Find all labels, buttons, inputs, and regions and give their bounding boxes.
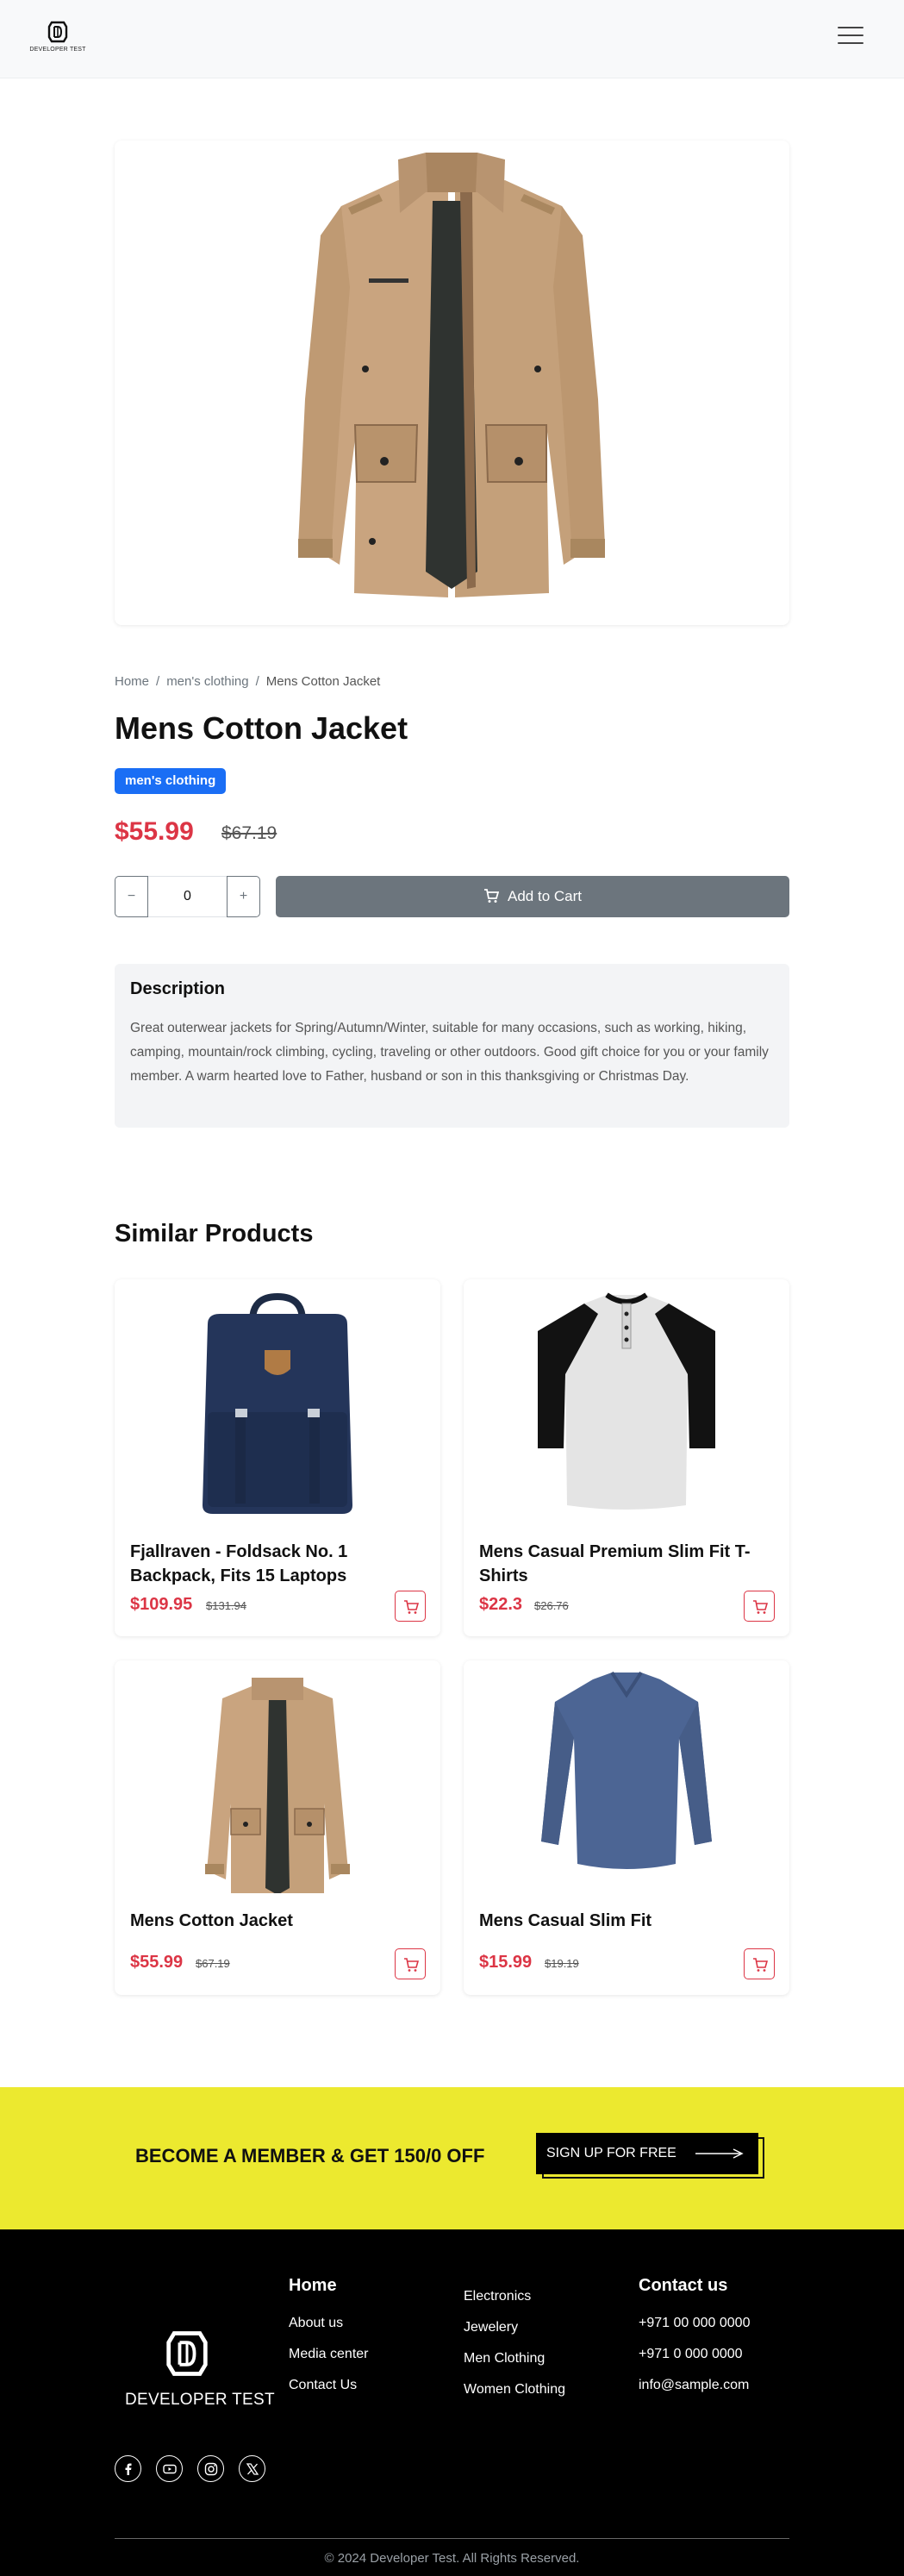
- product-card-title[interactable]: Mens Cotton Jacket: [130, 1909, 415, 1933]
- site-header: DEVELOPER TEST: [0, 0, 904, 78]
- footer-divider: [115, 2538, 789, 2539]
- footer-heading[interactable]: Home: [289, 2276, 369, 2296]
- product-card-price: $109.95: [130, 1595, 193, 1614]
- add-to-cart-button[interactable]: Add to Cart: [276, 876, 789, 917]
- logo-text: DEVELOPER TEST: [29, 47, 86, 53]
- footer-link[interactable]: Contact Us: [289, 2370, 369, 2401]
- instagram-icon[interactable]: [197, 2455, 224, 2482]
- arrow-right-icon: [695, 2148, 744, 2159]
- footer-link[interactable]: Jewelery: [464, 2312, 565, 2343]
- description-heading: Description: [130, 979, 226, 998]
- product-price: $55.99: [115, 817, 194, 846]
- footer-link[interactable]: Women Clothing: [464, 2374, 565, 2405]
- product-card-price: $55.99: [130, 1953, 184, 1972]
- product-card-image: [538, 1292, 715, 1510]
- product-card-old-price: $67.19: [196, 1957, 230, 1970]
- product-card-price: $15.99: [479, 1953, 533, 1972]
- add-to-cart-label: Add to Cart: [508, 888, 582, 904]
- product-image-card: [115, 141, 789, 625]
- copyright-text: © 2024 Developer Test. All Rights Reserv…: [324, 2551, 580, 2566]
- product-card[interactable]: Mens Casual Slim Fit $15.99 $19.19: [464, 1660, 789, 1995]
- similar-products-heading: Similar Products: [115, 1220, 314, 1247]
- product-title: Mens Cotton Jacket: [115, 710, 408, 746]
- quantity-input[interactable]: [148, 876, 227, 917]
- breadcrumb-separator: /: [255, 674, 259, 689]
- breadcrumb: Home / men's clothing / Mens Cotton Jacket: [115, 674, 385, 689]
- footer-email-link[interactable]: info@sample.com: [639, 2370, 750, 2401]
- x-icon[interactable]: [239, 2455, 265, 2482]
- footer-logo[interactable]: DEVELOPER TEST: [125, 2326, 275, 2410]
- add-to-cart-icon-button[interactable]: [395, 1948, 426, 1979]
- product-image: [298, 153, 605, 597]
- site-footer: DEVELOPER TEST Home About us Media cente…: [0, 2229, 904, 2576]
- product-card-image: [541, 1671, 712, 1869]
- quantity-stepper: − +: [115, 876, 260, 917]
- product-card[interactable]: Mens Casual Premium Slim Fit T-Shirts $2…: [464, 1279, 789, 1636]
- add-to-cart-icon-button[interactable]: [744, 1591, 775, 1622]
- product-card-image: [203, 1292, 352, 1514]
- add-to-cart-icon-button[interactable]: [744, 1948, 775, 1979]
- product-card-title[interactable]: Fjallraven - Foldsack No. 1 Backpack, Fi…: [130, 1540, 415, 1588]
- cart-icon: [404, 1958, 419, 1972]
- signup-button[interactable]: SIGN UP FOR FREE: [536, 2133, 764, 2179]
- category-badge: men's clothing: [115, 768, 227, 794]
- description-panel: Description Great outerwear jackets for …: [115, 964, 789, 1128]
- product-card-old-price: $19.19: [545, 1957, 579, 1970]
- product-card-old-price: $26.76: [534, 1599, 569, 1612]
- increase-quantity-button[interactable]: +: [227, 876, 260, 917]
- decrease-quantity-button[interactable]: −: [115, 876, 148, 917]
- product-card[interactable]: Fjallraven - Foldsack No. 1 Backpack, Fi…: [115, 1279, 440, 1636]
- product-card-title[interactable]: Mens Casual Slim Fit: [479, 1909, 764, 1933]
- logo-mark-icon: [47, 21, 68, 43]
- facebook-icon[interactable]: [115, 2455, 141, 2482]
- footer-column-categories: Electronics Jewelery Men Clothing Women …: [464, 2281, 565, 2405]
- footer-link[interactable]: Men Clothing: [464, 2343, 565, 2374]
- product-card-price: $22.3: [479, 1595, 523, 1614]
- hamburger-bar: [838, 34, 863, 36]
- breadcrumb-category-link[interactable]: men's clothing: [166, 674, 248, 689]
- product-old-price: $67.19: [221, 823, 277, 843]
- footer-column-home: Home About us Media center Contact Us: [289, 2276, 369, 2401]
- cart-icon: [404, 1600, 419, 1614]
- footer-phone-link[interactable]: +971 0 000 0000: [639, 2339, 750, 2370]
- breadcrumb-home-link[interactable]: Home: [115, 674, 149, 689]
- cart-icon: [484, 889, 500, 903]
- membership-banner: BECOME A MEMBER & GET 150/0 OFF SIGN UP …: [0, 2087, 904, 2229]
- breadcrumb-separator: /: [156, 674, 160, 689]
- footer-logo-text: DEVELOPER TEST: [125, 2391, 275, 2409]
- breadcrumb-current: Mens Cotton Jacket: [265, 674, 381, 689]
- hamburger-bar: [838, 27, 863, 28]
- footer-link[interactable]: About us: [289, 2308, 369, 2339]
- product-card-title[interactable]: Mens Casual Premium Slim Fit T-Shirts: [479, 1540, 764, 1588]
- product-card[interactable]: Mens Cotton Jacket $55.99 $67.19: [115, 1660, 440, 1995]
- footer-phone-link[interactable]: +971 00 000 0000: [639, 2308, 750, 2339]
- description-text: Great outerwear jackets for Spring/Autum…: [130, 1021, 769, 1084]
- product-card-image: [205, 1678, 350, 1893]
- add-to-cart-icon-button[interactable]: [395, 1591, 426, 1622]
- logo-mark-icon: [166, 2331, 208, 2376]
- product-card-old-price: $131.94: [206, 1599, 246, 1612]
- youtube-icon[interactable]: [156, 2455, 183, 2482]
- cart-icon: [753, 1600, 768, 1614]
- menu-toggle-button[interactable]: [838, 27, 863, 47]
- footer-link[interactable]: Electronics: [464, 2281, 565, 2312]
- banner-text: BECOME A MEMBER & GET 150/0 OFF: [135, 2145, 485, 2166]
- hamburger-bar: [838, 42, 863, 44]
- footer-column-contact: Contact us +971 00 000 0000 +971 0 000 0…: [639, 2276, 750, 2401]
- site-logo[interactable]: DEVELOPER TEST: [29, 19, 86, 57]
- cart-icon: [753, 1958, 768, 1972]
- footer-heading: Contact us: [639, 2276, 728, 2295]
- footer-link[interactable]: Media center: [289, 2339, 369, 2370]
